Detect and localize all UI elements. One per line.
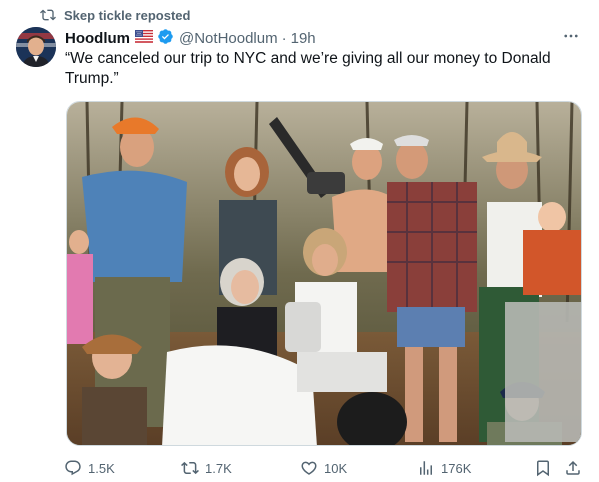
reply-count: 1.5K bbox=[88, 460, 115, 476]
repost-label[interactable]: Skep tickle reposted bbox=[64, 8, 190, 23]
tweet-actions-bar: 1.5K 1.7K 10K 176K bbox=[64, 458, 586, 478]
us-flag-icon bbox=[135, 29, 153, 47]
repost-icon bbox=[40, 7, 56, 23]
repost-context: Skep tickle reposted bbox=[40, 6, 190, 24]
like-count: 10K bbox=[324, 460, 348, 476]
repost-icon bbox=[181, 459, 199, 477]
like-button[interactable]: 10K bbox=[300, 458, 347, 478]
tweet-timestamp[interactable]: 19h bbox=[291, 30, 316, 47]
tweet-photo[interactable] bbox=[66, 101, 582, 446]
reply-button[interactable]: 1.5K bbox=[64, 458, 115, 478]
more-options-button[interactable] bbox=[561, 28, 581, 48]
share-button[interactable] bbox=[564, 458, 582, 478]
bookmark-button[interactable] bbox=[534, 458, 552, 478]
repost-button[interactable]: 1.7K bbox=[181, 458, 232, 478]
views-button[interactable]: 176K bbox=[417, 458, 471, 478]
verified-badge-icon[interactable] bbox=[157, 28, 174, 49]
separator-dot: · bbox=[281, 29, 287, 47]
views-icon bbox=[417, 459, 435, 477]
more-icon bbox=[562, 27, 580, 50]
views-count: 176K bbox=[441, 460, 472, 476]
reply-icon bbox=[64, 459, 82, 477]
heart-icon bbox=[300, 459, 318, 477]
tweet-header: Hoodlum @NotHoodlum · 19h bbox=[65, 28, 559, 48]
author-avatar[interactable] bbox=[16, 27, 56, 67]
bookmark-icon bbox=[534, 459, 552, 477]
author-name[interactable]: Hoodlum bbox=[65, 30, 130, 47]
author-handle[interactable]: @NotHoodlum bbox=[179, 30, 278, 47]
repost-count: 1.7K bbox=[205, 460, 232, 476]
share-icon bbox=[564, 459, 582, 477]
tweet-body: “We canceled our trip to NYC and we’re g… bbox=[65, 50, 551, 87]
